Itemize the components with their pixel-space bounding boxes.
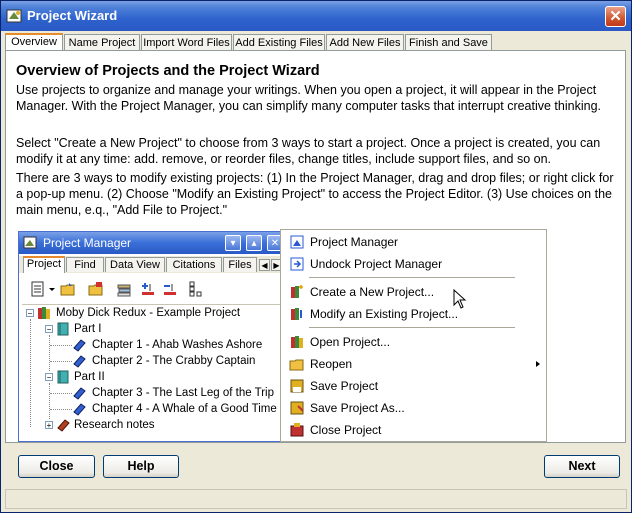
tree-item-chapter-2[interactable]: Chapter 2 - The Crabby Captain (22, 353, 286, 369)
help-button[interactable]: Help (103, 455, 179, 478)
menu-item-project-manager[interactable]: Project Manager (281, 231, 546, 253)
tree-structure-icon[interactable] (188, 281, 204, 297)
tree-item-research-notes[interactable]: + Research notes (22, 417, 286, 433)
remove-item-icon[interactable] (162, 281, 178, 297)
overview-panel: Overview of Projects and the Project Wiz… (5, 50, 626, 443)
tree-label: Part II (74, 371, 105, 383)
open-project-icon (291, 336, 303, 348)
new-project-icon (291, 285, 303, 298)
tab-name-project[interactable]: Name Project (64, 34, 140, 50)
menu-separator (309, 327, 515, 328)
document-icon (73, 355, 86, 368)
menu-item-open-project[interactable]: Open Project... (281, 331, 546, 353)
menu-separator (309, 277, 515, 278)
tab-overview[interactable]: Overview (5, 33, 63, 51)
window-title: Project Wizard (27, 8, 118, 23)
pm-tab-find[interactable]: Find (66, 257, 104, 272)
dropdown-arrow-icon[interactable] (48, 281, 56, 297)
save-as-icon (290, 401, 304, 415)
menu-item-reopen[interactable]: Reopen (281, 353, 546, 375)
project-tree: − Moby Dick Redux - Example Project − Pa… (22, 305, 286, 441)
tree-connector (50, 361, 72, 362)
modify-project-icon (291, 308, 302, 320)
reopen-icon (289, 359, 304, 371)
folder-add-icon[interactable] (88, 281, 104, 297)
project-manager-icon (290, 235, 304, 249)
pm-tab-project[interactable]: Project (23, 256, 65, 273)
pm-tab-scroll-left-icon[interactable]: ◀ (259, 259, 270, 271)
tree-item-part-2[interactable]: − Part II (22, 369, 286, 385)
stack-icon[interactable] (116, 281, 132, 297)
overview-heading: Overview of Projects and the Project Wiz… (16, 63, 320, 79)
close-project-icon (290, 423, 304, 437)
tab-add-new-files[interactable]: Add New Files (326, 34, 404, 50)
tree-label: Chapter 2 - The Crabby Captain (92, 355, 256, 367)
pm-tab-files[interactable]: Files (223, 257, 257, 272)
collapse-toggle-icon[interactable]: − (26, 309, 34, 318)
pm-app-icon (23, 236, 37, 249)
wizard-tabs: Overview Name Project Import Word Files … (5, 33, 625, 51)
overview-paragraph-2: Select "Create a New Project" to choose … (16, 136, 601, 166)
app-icon (6, 9, 22, 23)
tree-label: Chapter 4 - A Whale of a Good Time (92, 403, 277, 415)
menu-item-create-new-project[interactable]: Create a New Project... (281, 281, 546, 303)
tree-item-chapter-1[interactable]: Chapter 1 - Ahab Washes Ashore (22, 337, 286, 353)
close-button[interactable]: Close (18, 455, 95, 478)
pm-toolbar (22, 274, 286, 305)
tree-item-part-1[interactable]: − Part I (22, 321, 286, 337)
submenu-arrow-icon (536, 361, 540, 367)
window-close-button[interactable]: ✕ (605, 6, 626, 27)
menu-item-modify-existing-project[interactable]: Modify an Existing Project... (281, 303, 546, 325)
collapse-toggle-icon[interactable]: − (45, 373, 53, 382)
pm-tab-citations[interactable]: Citations (166, 257, 222, 272)
status-bar (5, 489, 627, 509)
overview-paragraph-3: There are 3 ways to modify existing proj… (16, 171, 614, 217)
tree-label: Chapter 3 - The Last Leg of the Trip (92, 387, 274, 399)
tree-connector (50, 393, 72, 394)
notes-icon (57, 419, 70, 432)
tree-connector (50, 409, 72, 410)
expand-toggle-icon[interactable]: + (45, 421, 53, 430)
project-menu-illustration: Project Manager Undock Project Manager C… (280, 229, 547, 442)
next-button[interactable]: Next (544, 455, 620, 478)
menu-item-save-project-as[interactable]: Save Project As... (281, 397, 546, 419)
tree-label: Research notes (74, 419, 155, 431)
part-book-icon (57, 322, 69, 336)
pm-maximize-icon[interactable]: ▴ (246, 235, 262, 251)
tree-label: Chapter 1 - Ahab Washes Ashore (92, 339, 263, 351)
collapse-toggle-icon[interactable]: − (45, 325, 53, 334)
project-manager-illustration: Project Manager ▾ ▴ ✕ Project Find Data … (18, 231, 290, 442)
tree-item-chapter-3[interactable]: Chapter 3 - The Last Leg of the Trip (22, 385, 286, 401)
document-icon (73, 403, 86, 416)
pm-dropdown-icon[interactable]: ▾ (225, 235, 241, 251)
tab-finish-and-save[interactable]: Finish and Save (405, 34, 492, 50)
tree-item-chapter-4[interactable]: Chapter 4 - A Whale of a Good Time (22, 401, 286, 417)
overview-paragraph-1: Use projects to organize and manage your… (16, 83, 601, 113)
project-book-icon (38, 307, 50, 319)
menu-item-save-project[interactable]: Save Project (281, 375, 546, 397)
tree-label: Moby Dick Redux - Example Project (56, 307, 241, 319)
mouse-pointer-icon (453, 289, 467, 309)
undock-icon (290, 257, 304, 271)
tab-add-existing-files[interactable]: Add Existing Files (233, 34, 325, 50)
pm-title: Project Manager (43, 236, 132, 250)
tab-import-word-files[interactable]: Import Word Files (141, 34, 232, 50)
add-item-icon[interactable] (140, 281, 156, 297)
tree-connector (50, 345, 72, 346)
project-wizard-window: Project Wizard ✕ Overview Name Project I… (0, 0, 632, 513)
view-options-icon[interactable] (30, 281, 46, 297)
tree-label: Part I (74, 323, 102, 335)
part-book-icon (57, 370, 69, 384)
save-project-icon (290, 379, 304, 393)
tree-item-root[interactable]: − Moby Dick Redux - Example Project (22, 305, 286, 321)
document-icon (73, 339, 86, 352)
pm-tab-data-view[interactable]: Data View (105, 257, 165, 272)
document-icon (73, 387, 86, 400)
open-folder-icon[interactable] (60, 281, 76, 297)
menu-item-undock-project-manager[interactable]: Undock Project Manager (281, 253, 546, 275)
title-bar[interactable]: Project Wizard ✕ (1, 1, 631, 31)
pm-title-bar: Project Manager ▾ ▴ ✕ (19, 232, 289, 254)
menu-item-close-project[interactable]: Close Project (281, 419, 546, 441)
pm-tabs: Project Find Data View Citations Files ◀… (19, 256, 289, 273)
